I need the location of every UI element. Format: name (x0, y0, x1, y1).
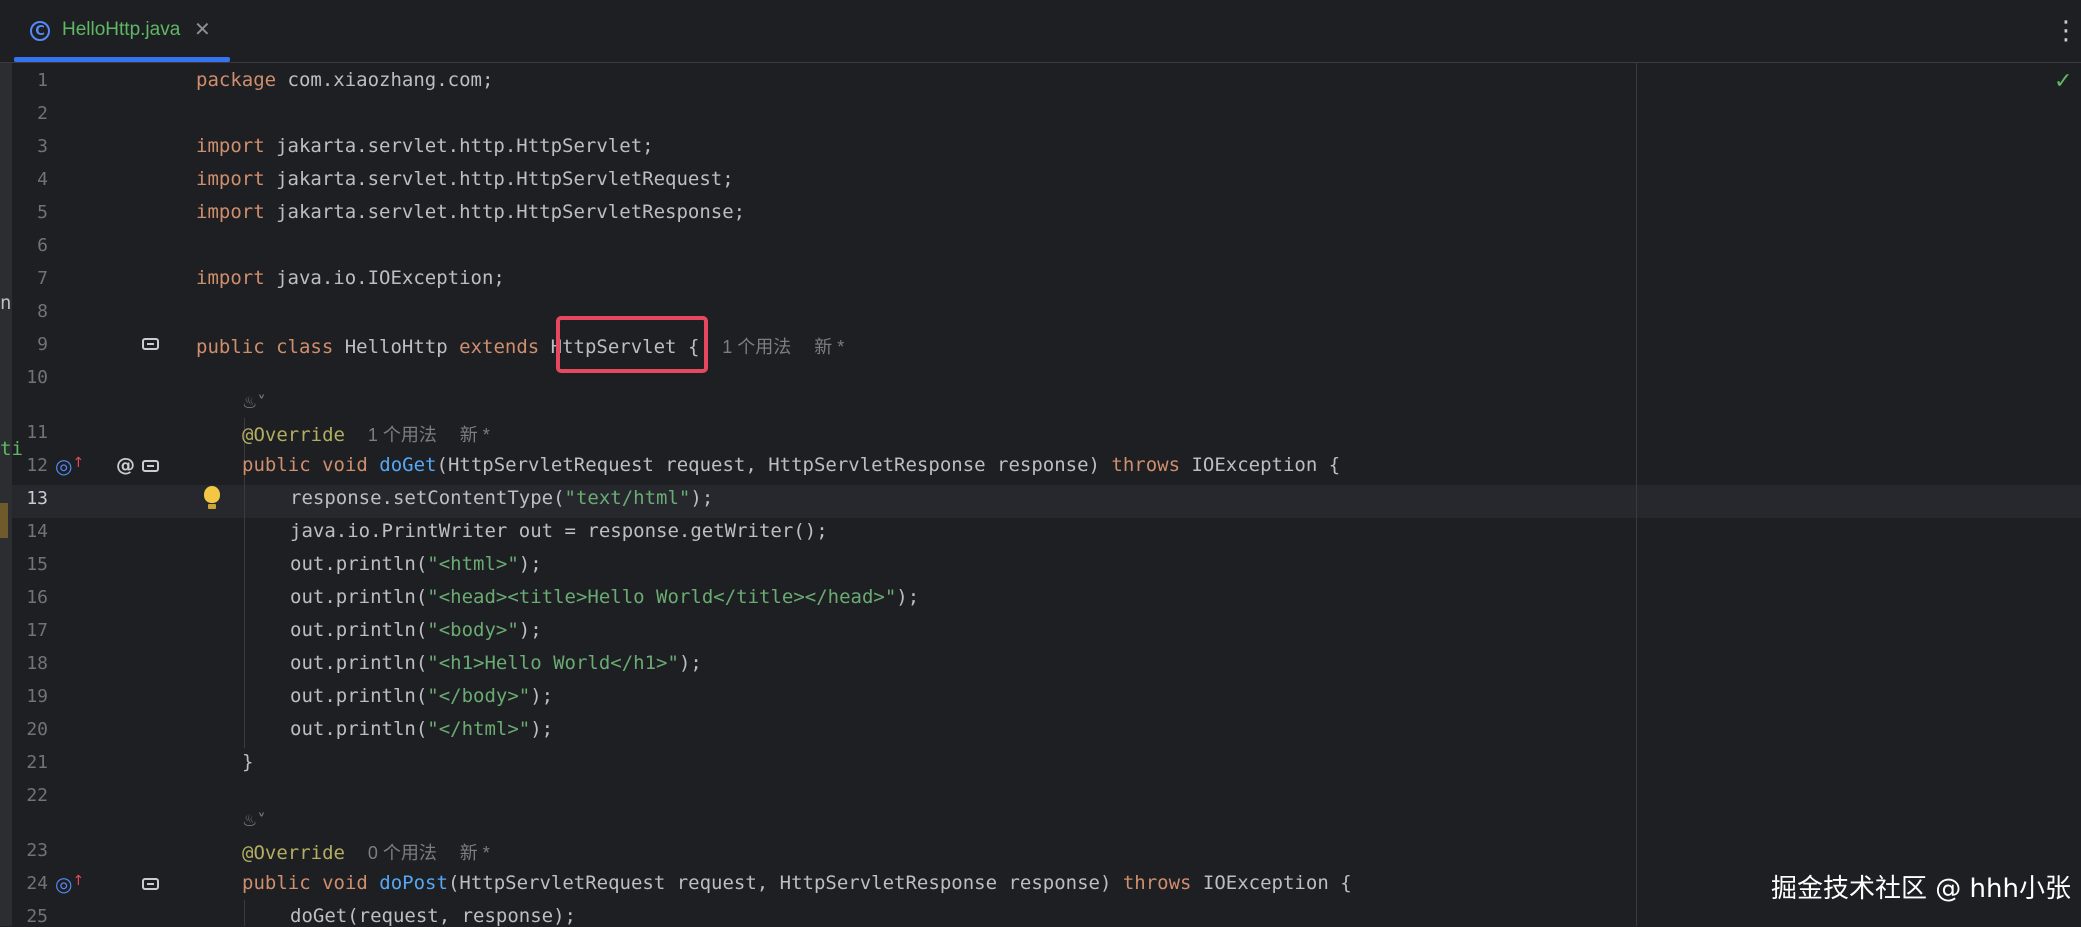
check-icon[interactable]: ✓ (2054, 69, 2072, 94)
line-number[interactable]: 20 (14, 719, 48, 740)
line-number[interactable]: 21 (14, 752, 48, 773)
line-number[interactable]: 23 (14, 840, 48, 861)
code-line[interactable]: import jakarta.servlet.http.HttpServletR… (196, 201, 745, 223)
line-number[interactable]: 14 (14, 521, 48, 542)
line-number[interactable]: 24 (14, 873, 48, 894)
line-number[interactable]: 6 (14, 235, 48, 256)
line-number[interactable]: 17 (14, 620, 48, 641)
code-line[interactable]: @Override 0 个用法 新 * (242, 839, 490, 865)
code-line[interactable]: response.setContentType("text/html"); (290, 487, 713, 509)
line-number[interactable]: 16 (14, 587, 48, 608)
code-line[interactable]: } (242, 751, 253, 773)
line-number[interactable]: 10 (14, 367, 48, 388)
line-number[interactable]: 7 (14, 268, 48, 289)
line-number[interactable]: 3 (14, 136, 48, 157)
line-number[interactable]: 2 (14, 103, 48, 124)
code-line[interactable]: out.println("<h1>Hello World</h1>"); (290, 652, 702, 674)
code-line[interactable]: package com.xiaozhang.com; (196, 69, 493, 91)
code-line[interactable]: public void doPost(HttpServletRequest re… (242, 872, 1352, 894)
new-hint: 新 * (459, 843, 490, 863)
more-options-icon[interactable]: ⋮ (2053, 16, 2079, 46)
line-number[interactable]: 19 (14, 686, 48, 707)
line-number[interactable]: 1 (14, 70, 48, 91)
code-line[interactable]: @Override 1 个用法 新 * (242, 421, 490, 447)
code-line[interactable]: out.println("</html>"); (290, 718, 553, 740)
class-file-icon: C (30, 21, 50, 41)
panel-edge-marker (0, 503, 8, 538)
lightbulb-icon[interactable] (204, 486, 220, 509)
code-line[interactable]: out.println("<body>"); (290, 619, 542, 641)
code-line[interactable]: public void doGet(HttpServletRequest req… (242, 454, 1340, 476)
line-number[interactable]: 5 (14, 202, 48, 223)
usages-hint: 0 个用法 (367, 843, 437, 863)
line-number[interactable]: 11 (14, 422, 48, 443)
line-number[interactable]: 8 (14, 301, 48, 322)
watermark-text: 掘金技术社区 @ hhh小张 (1771, 874, 2071, 904)
close-icon[interactable]: ✕ (194, 17, 211, 41)
line-number[interactable]: 25 (14, 906, 48, 927)
line-number[interactable]: 4 (14, 169, 48, 190)
highlight-annotation-box (556, 316, 708, 373)
annotation-icon[interactable]: @ (116, 454, 135, 476)
new-hint: 新 * (459, 425, 490, 445)
line-number[interactable]: 22 (14, 785, 48, 806)
line-number[interactable]: 9 (14, 334, 48, 355)
code-line[interactable]: doGet(request, response); (290, 905, 576, 927)
code-line[interactable]: import jakarta.servlet.http.HttpServlet; (196, 135, 654, 157)
code-line[interactable]: out.println("<head><title>Hello World</t… (290, 586, 919, 608)
project-panel-edge (0, 63, 12, 926)
usages-hint: 1 个用法 (722, 337, 792, 357)
editor-tab-bar: C HelloHttp.java ✕ ⋮ (0, 0, 2081, 63)
tab-label[interactable]: HelloHttp.java (62, 19, 180, 41)
panel-edge-text: n (0, 292, 12, 314)
code-line[interactable]: public class HelloHttp extends HttpServl… (196, 333, 844, 359)
line-number[interactable]: 12 (14, 455, 48, 476)
code-line[interactable]: import jakarta.servlet.http.HttpServletR… (196, 168, 734, 190)
bookmark-icon[interactable] (142, 460, 159, 472)
code-line[interactable]: import java.io.IOException; (196, 267, 505, 289)
bookmark-icon[interactable] (142, 338, 159, 350)
indent-guide (244, 900, 245, 926)
overrides-icon[interactable]: ◎↑ (55, 872, 84, 896)
active-tab-indicator (14, 57, 230, 62)
line-number[interactable]: 18 (14, 653, 48, 674)
code-line[interactable]: out.println("</body>"); (290, 685, 553, 707)
author-inlay-icon[interactable]: ♨˅ (242, 811, 266, 831)
bookmark-icon[interactable] (142, 878, 159, 890)
line-number[interactable]: 15 (14, 554, 48, 575)
right-margin-guide (1636, 63, 1637, 926)
usages-hint: 1 个用法 (367, 425, 437, 445)
code-line[interactable]: out.println("<html>"); (290, 553, 542, 575)
overrides-icon[interactable]: ◎↑ (55, 454, 84, 478)
new-hint: 新 * (814, 337, 845, 357)
code-line[interactable]: java.io.PrintWriter out = response.getWr… (290, 520, 828, 542)
author-inlay-icon[interactable]: ♨˅ (242, 393, 266, 413)
line-number[interactable]: 13 (14, 488, 48, 509)
